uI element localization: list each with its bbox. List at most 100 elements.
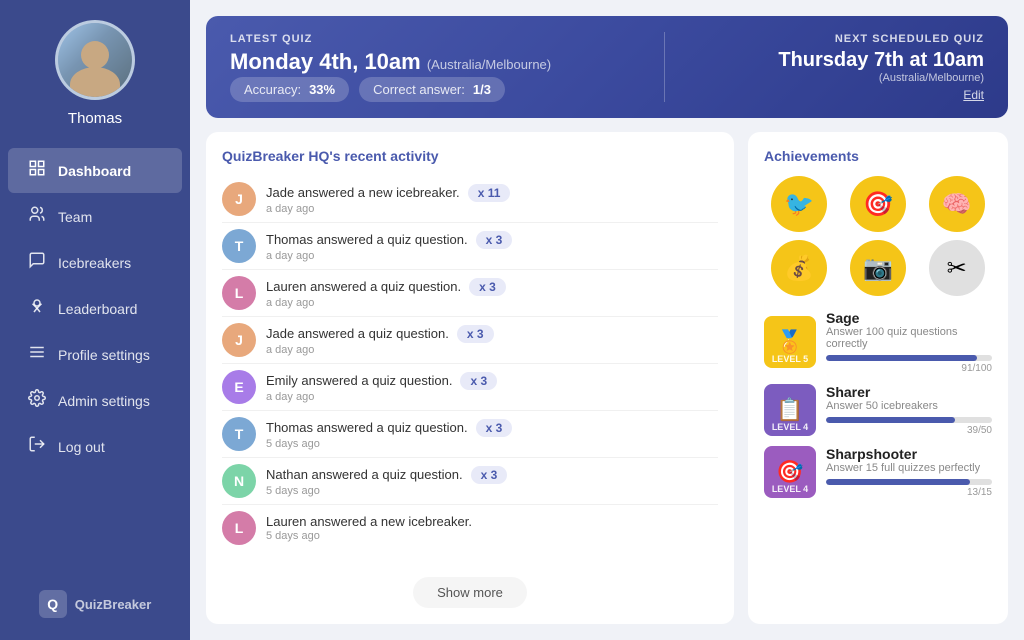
achievement-desc: Answer 100 quiz questions correctly (826, 326, 992, 350)
team-icon (28, 205, 46, 228)
logo-icon: Q (39, 590, 67, 618)
icebreakers-icon (28, 251, 46, 274)
latest-quiz-date: Monday 4th, 10am (Australia/Melbourne) (230, 49, 551, 75)
show-more-button[interactable]: Show more (413, 577, 527, 608)
leaderboard-icon (28, 297, 46, 320)
achievement-icon: 🏅 (776, 329, 803, 355)
progress-text: 91/100 (826, 363, 992, 374)
badge-grid: 🐦🎯🧠💰📷✂ (764, 176, 992, 296)
activity-item: T Thomas answered a quiz question. x 3 a… (222, 223, 718, 270)
avatar-image (58, 23, 132, 97)
profile-settings-icon (28, 343, 46, 366)
next-quiz-timezone: (Australia/Melbourne) (778, 72, 984, 84)
achievement-badge: 💰 (764, 240, 835, 296)
activity-avatar: T (222, 229, 256, 263)
quiz-right: NEXT SCHEDULED QUIZ Thursday 7th at 10am… (778, 33, 984, 102)
achievement-badge-level: 🏅 LEVEL 5 (764, 316, 816, 368)
accuracy-label: Accuracy: (244, 82, 301, 97)
achievement-list: 🏅 LEVEL 5 Sage Answer 100 quiz questions… (764, 310, 992, 498)
points-badge: x 3 (457, 325, 494, 343)
sidebar-item-admin-settings[interactable]: Admin settings (8, 378, 182, 423)
progress-bar (826, 355, 992, 361)
activity-item: L Lauren answered a new icebreaker. 5 da… (222, 505, 718, 551)
progress-fill (826, 417, 955, 423)
progress-fill (826, 479, 970, 485)
activity-text: Jade answered a quiz question. x 3 (266, 325, 718, 343)
sidebar: Thomas Dashboard Team Icebreakers Leader… (0, 0, 190, 640)
activity-text: Jade answered a new icebreaker. x 11 (266, 184, 718, 202)
sidebar-item-label: Icebreakers (58, 255, 131, 271)
quiz-left: LATEST QUIZ Monday 4th, 10am (Australia/… (230, 33, 551, 102)
activity-content: Jade answered a new icebreaker. x 11 a d… (266, 184, 718, 215)
progress-bar (826, 417, 992, 423)
activity-text: Emily answered a quiz question. x 3 (266, 372, 718, 390)
dashboard-icon (28, 159, 46, 182)
correct-label: Correct answer: (373, 82, 465, 97)
achievement-card: 🏅 LEVEL 5 Sage Answer 100 quiz questions… (764, 310, 992, 374)
activity-item: N Nathan answered a quiz question. x 3 5… (222, 458, 718, 505)
next-quiz-label: NEXT SCHEDULED QUIZ (778, 33, 984, 45)
sidebar-item-dashboard[interactable]: Dashboard (8, 148, 182, 193)
quiz-stats: Accuracy: 33% Correct answer: 1/3 (230, 77, 551, 102)
achievement-badge-level: 🎯 LEVEL 4 (764, 446, 816, 498)
achievement-card: 📋 LEVEL 4 Sharer Answer 50 icebreakers 3… (764, 384, 992, 436)
activity-text: Thomas answered a quiz question. x 3 (266, 231, 718, 249)
correct-answer-badge: Correct answer: 1/3 (359, 77, 505, 102)
achievement-badge: 🎯 (843, 176, 914, 232)
admin-settings-icon (28, 389, 46, 412)
sidebar-item-log-out[interactable]: Log out (8, 424, 182, 469)
accuracy-badge: Accuracy: 33% (230, 77, 349, 102)
achievements-title: Achievements (764, 148, 992, 164)
activity-content: Lauren answered a new icebreaker. 5 days… (266, 514, 718, 542)
logo-text: QuizBreaker (75, 597, 152, 612)
activity-time: a day ago (266, 203, 718, 215)
quiz-divider (664, 32, 665, 102)
achievement-badge-level: 📋 LEVEL 4 (764, 384, 816, 436)
progress-bar (826, 479, 992, 485)
badge-icon: 📷 (850, 240, 906, 296)
sidebar-item-icebreakers[interactable]: Icebreakers (8, 240, 182, 285)
activity-time: 5 days ago (266, 530, 718, 542)
points-badge: x 11 (468, 184, 511, 202)
activity-item: E Emily answered a quiz question. x 3 a … (222, 364, 718, 411)
sidebar-item-label: Dashboard (58, 163, 131, 179)
achievement-info: Sharpshooter Answer 15 full quizzes perf… (826, 446, 992, 498)
sidebar-username: Thomas (68, 110, 122, 127)
badge-icon: 🐦 (771, 176, 827, 232)
activity-item: J Jade answered a quiz question. x 3 a d… (222, 317, 718, 364)
points-badge: x 3 (476, 231, 513, 249)
sidebar-item-profile-settings[interactable]: Profile settings (8, 332, 182, 377)
progress-text: 13/15 (826, 487, 992, 498)
sidebar-item-leaderboard[interactable]: Leaderboard (8, 286, 182, 331)
achievement-icon: 📋 (776, 397, 803, 423)
achievements-panel: Achievements 🐦🎯🧠💰📷✂ 🏅 LEVEL 5 Sage Answe… (748, 132, 1008, 624)
activity-avatar: L (222, 511, 256, 545)
activity-time: a day ago (266, 344, 718, 356)
achievement-badge: ✂ (921, 240, 992, 296)
correct-value: 1/3 (473, 82, 491, 97)
achievement-title: Sharpshooter (826, 446, 992, 462)
achievement-desc: Answer 15 full quizzes perfectly (826, 462, 992, 474)
next-quiz-date: Thursday 7th at 10am (778, 49, 984, 72)
sidebar-item-label: Log out (58, 439, 105, 455)
activity-text: Lauren answered a quiz question. x 3 (266, 278, 718, 296)
sidebar-item-label: Leaderboard (58, 301, 137, 317)
activity-avatar: J (222, 182, 256, 216)
progress-text: 39/50 (826, 425, 992, 436)
sidebar-item-label: Admin settings (58, 393, 150, 409)
progress-fill (826, 355, 977, 361)
edit-link[interactable]: Edit (778, 88, 984, 102)
points-badge: x 3 (469, 278, 506, 296)
achievement-card: 🎯 LEVEL 4 Sharpshooter Answer 15 full qu… (764, 446, 992, 498)
achievement-level: LEVEL 5 (772, 354, 808, 364)
quiz-banner: LATEST QUIZ Monday 4th, 10am (Australia/… (206, 16, 1008, 118)
activity-content: Jade answered a quiz question. x 3 a day… (266, 325, 718, 356)
sidebar-item-label: Profile settings (58, 347, 150, 363)
sidebar-item-team[interactable]: Team (8, 194, 182, 239)
badge-icon: ✂ (929, 240, 985, 296)
activity-list: J Jade answered a new icebreaker. x 11 a… (222, 176, 718, 567)
achievement-title: Sharer (826, 384, 992, 400)
points-badge: x 3 (476, 419, 513, 437)
accuracy-value: 33% (309, 82, 335, 97)
activity-time: 5 days ago (266, 485, 718, 497)
